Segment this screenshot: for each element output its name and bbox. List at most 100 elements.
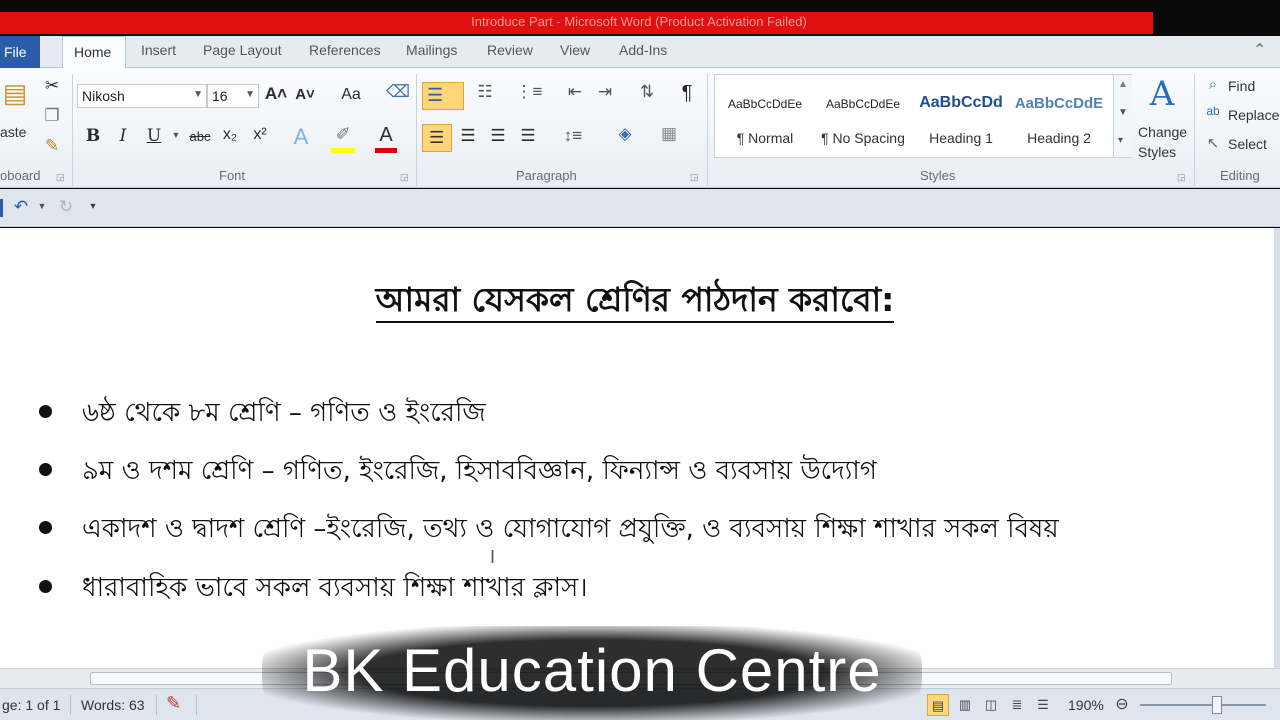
align-right-icon[interactable]: ☰ — [486, 126, 510, 146]
subscript-button[interactable]: x₂ — [218, 126, 242, 144]
redo-icon[interactable]: ↻ — [55, 197, 77, 217]
undo-dropdown-icon[interactable]: ▼ — [36, 201, 48, 211]
document-page[interactable]: আমরা যেসকল শ্রেণির পাঠদান করাবো: ৬ষ্ঠ থে… — [0, 228, 1274, 668]
change-styles-label[interactable]: Change — [1138, 124, 1187, 140]
tab-references[interactable]: References — [309, 42, 381, 58]
tab-review[interactable]: Review — [487, 42, 533, 58]
outline-icon[interactable]: ≣ — [1006, 694, 1028, 716]
paragraph-group-label: Paragraph — [516, 168, 577, 183]
underline-button[interactable]: U — [143, 126, 165, 146]
draft-icon[interactable]: ☰ — [1032, 694, 1054, 716]
zoom-out-icon[interactable]: ⊖ — [1111, 694, 1133, 716]
styles-launcher-icon[interactable]: ◲ — [1177, 172, 1186, 183]
style-heading-2[interactable]: AaBbCcDdE Heading 2 — [1011, 75, 1107, 157]
style-heading-1[interactable]: AaBbCcDd Heading 1 — [913, 75, 1009, 157]
minimize-ribbon-icon[interactable]: ⌃ — [1253, 40, 1266, 60]
underline-dropdown-icon[interactable]: ▼ — [170, 130, 182, 140]
zoom-level[interactable]: 190% — [1068, 697, 1104, 713]
justify-icon[interactable]: ☰ — [516, 126, 540, 146]
numbering-icon[interactable]: ☷ — [470, 82, 500, 102]
font-launcher-icon[interactable]: ◲ — [400, 172, 409, 183]
cut-icon[interactable]: ✂ — [42, 76, 62, 96]
format-painter-icon[interactable]: ✎ — [42, 136, 62, 156]
page-count[interactable]: ge: 1 of 1 — [2, 697, 60, 713]
change-case-icon[interactable]: Aa — [334, 86, 368, 104]
proofing-icon[interactable]: ✎ — [166, 693, 181, 714]
bold-button[interactable]: B — [82, 126, 104, 146]
title-bar: Introduce Part - Microsoft Word (Product… — [0, 0, 1280, 36]
paragraph-launcher-icon[interactable]: ◲ — [690, 172, 699, 183]
tab-page-layout[interactable]: Page Layout — [203, 42, 282, 58]
style-preview: AaBbCcDd — [919, 94, 1003, 111]
copy-icon[interactable]: ❐ — [42, 106, 62, 126]
tab-file[interactable]: File — [0, 36, 40, 68]
styles-down-icon[interactable]: ▼ — [1118, 107, 1128, 118]
font-color-icon[interactable]: A — [374, 124, 398, 147]
web-layout-icon[interactable]: ◫ — [980, 694, 1002, 716]
list-item: ৬ষ্ঠ থেকে ৮ম শ্রেণি – গণিত ও ইংরেজি — [0, 390, 1274, 430]
caption-text: BK Education Centre — [302, 637, 882, 704]
multilevel-list-icon[interactable]: ⋮≡ — [512, 82, 546, 102]
tab-add-ins[interactable]: Add-Ins — [619, 42, 667, 58]
print-layout-icon[interactable]: ▤ — [927, 694, 949, 716]
style-normal[interactable]: AaBbCcDdEe ¶ Normal — [717, 75, 813, 157]
show-formatting-button[interactable]: ¶ — [676, 82, 698, 105]
italic-button[interactable]: I — [112, 126, 134, 146]
change-styles-icon[interactable]: A — [1140, 74, 1184, 114]
document-heading: আমরা যেসকল শ্রেণির পাঠদান করাবো: — [0, 274, 1270, 330]
bullets-button[interactable]: ☰ — [422, 82, 464, 110]
styles-up-icon[interactable]: ▲ — [1118, 79, 1128, 90]
sort-icon[interactable]: ⇅ — [634, 82, 660, 102]
align-left-button[interactable]: ☰ — [422, 124, 452, 152]
styles-more-icon[interactable]: ▾ — [1118, 135, 1123, 146]
word-count[interactable]: Words: 63 — [81, 697, 145, 713]
font-name-dropdown-icon[interactable]: ▼ — [193, 89, 203, 100]
font-size-dropdown-icon[interactable]: ▼ — [245, 89, 255, 100]
borders-icon[interactable]: ▦ — [654, 124, 684, 144]
tab-mailings[interactable]: Mailings — [406, 42, 457, 58]
style-preview: AaBbCcDdE — [1014, 95, 1104, 112]
decrease-indent-icon[interactable]: ⇤ — [562, 82, 588, 102]
style-name: Heading 2 — [1027, 130, 1091, 146]
font-name-value: Nikosh — [82, 88, 125, 104]
highlight-icon[interactable]: ✐ — [330, 124, 356, 145]
replace-icon[interactable]: ab — [1202, 104, 1224, 118]
styles-scroll[interactable]: ▲ ▼ ▾ — [1113, 75, 1132, 157]
superscript-button[interactable]: x² — [248, 126, 272, 144]
vertical-scrollbar[interactable] — [1274, 228, 1280, 668]
list-item-text: ধারাবাহিক ভাবে সকল ব্যবসায় শিক্ষা শাখার… — [82, 573, 588, 603]
style-preview: AaBbCcDdEe — [825, 97, 901, 111]
change-styles-label-2[interactable]: Styles — [1138, 144, 1176, 160]
ribbon-tabs: File Home Insert Page Layout References … — [0, 36, 1280, 69]
tab-insert[interactable]: Insert — [141, 42, 176, 58]
grow-font-icon[interactable]: A˄ — [264, 84, 288, 104]
line-spacing-icon[interactable]: ↕≡ — [556, 126, 590, 146]
font-size-box[interactable]: 16 ▼ — [207, 84, 259, 108]
list-item: ৯ম ও দশম শ্রেণি – গণিত, ইংরেজি, হিসাববিজ… — [0, 448, 1274, 488]
increase-indent-icon[interactable]: ⇥ — [592, 82, 618, 102]
paste-icon[interactable]: ▤ — [0, 78, 30, 118]
strikethrough-button[interactable]: abc — [186, 129, 214, 144]
status-divider — [196, 695, 197, 715]
full-screen-reading-icon[interactable]: ▥ — [954, 694, 976, 716]
tab-view[interactable]: View — [560, 42, 590, 58]
select-button[interactable]: Select — [1228, 136, 1267, 152]
find-icon[interactable]: ⌕ — [1202, 76, 1224, 93]
shrink-font-icon[interactable]: A˅ — [293, 86, 317, 103]
text-effects-icon[interactable]: A — [288, 124, 314, 150]
replace-button[interactable]: Replace — [1228, 107, 1279, 123]
select-icon[interactable]: ↖ — [1202, 134, 1224, 152]
find-button[interactable]: Find — [1228, 78, 1255, 94]
style-no-spacing[interactable]: AaBbCcDdEe ¶ No Spacing — [815, 75, 911, 157]
clear-formatting-icon[interactable]: ⌫ — [386, 82, 410, 102]
shading-icon[interactable]: ◈ — [610, 124, 640, 144]
zoom-slider-track[interactable] — [1140, 704, 1266, 706]
paste-label[interactable]: aste — [0, 124, 26, 140]
clipboard-launcher-icon[interactable]: ◲ — [56, 172, 65, 183]
tab-home[interactable]: Home — [62, 36, 126, 69]
undo-icon[interactable]: ↶ — [10, 197, 32, 217]
font-name-box[interactable]: Nikosh ▼ — [77, 84, 207, 108]
customize-qat-icon[interactable]: ▾ — [86, 201, 100, 212]
align-center-icon[interactable]: ☰ — [456, 126, 480, 146]
zoom-slider-thumb[interactable] — [1212, 696, 1222, 714]
